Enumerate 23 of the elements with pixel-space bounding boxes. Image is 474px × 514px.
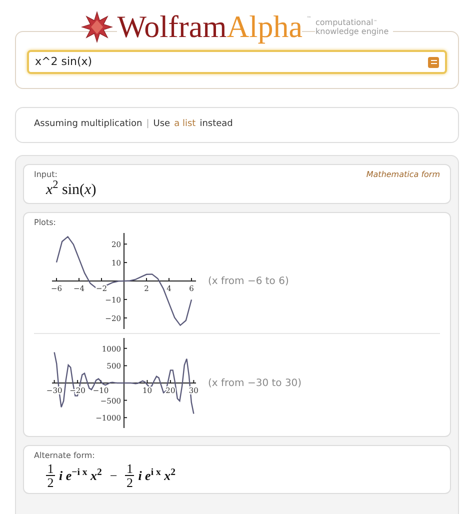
menu-icon[interactable] [428, 56, 439, 68]
use-text: Use [153, 118, 170, 132]
pod-title: Alternate form: [34, 450, 95, 462]
star-logo-icon [81, 11, 114, 43]
separator-text: | [146, 118, 150, 132]
fraction-numerator: 1 [47, 462, 54, 475]
assumption-text: Assuming multiplication [34, 118, 142, 132]
fraction-denominator: 2 [126, 476, 133, 489]
pod-title: Input: [34, 169, 58, 180]
math-term: i e$^{i x}$ x$^{2}$ [138, 466, 176, 485]
range-label: (x from −30 to 30) [208, 376, 302, 390]
search-field[interactable]: x^2 sin(x) [27, 50, 447, 74]
mathematica-form-link[interactable]: Mathematica form [366, 169, 440, 181]
fraction-denominator: 2 [47, 476, 54, 489]
math-term: i e$^{−i x}$ x$^{2}$ [59, 466, 102, 485]
fraction-numerator: 1 [126, 462, 133, 475]
list-link[interactable]: a list [174, 118, 196, 132]
math-expression: x$^{2}$ sin(x) [44, 181, 98, 199]
tagline-text: knowledge engine [315, 27, 389, 36]
minus-sign: − [108, 466, 118, 485]
pod-title: Plots: [34, 217, 56, 229]
instead-text: instead [200, 118, 233, 132]
range-label: (x from −6 to 6) [208, 274, 289, 288]
